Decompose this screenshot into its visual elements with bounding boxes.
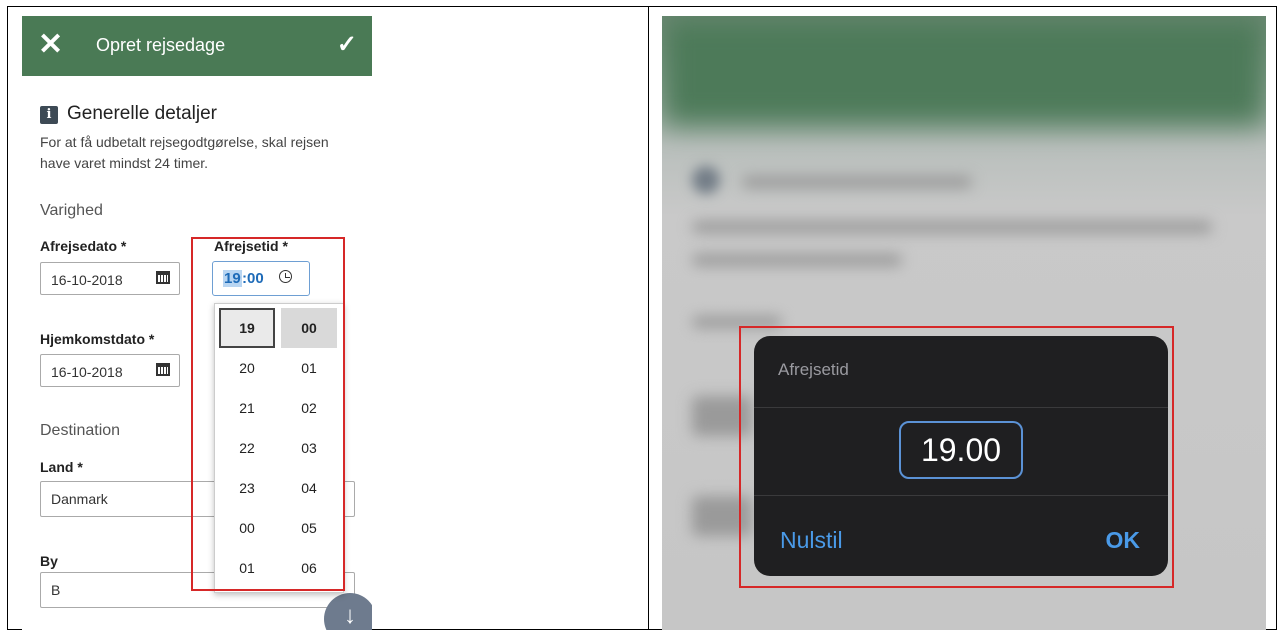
country-label: Land *: [40, 459, 83, 475]
departure-date-label: Afrejsedato *: [40, 238, 127, 254]
blurred-info-icon: [692, 166, 720, 194]
close-icon[interactable]: ✕: [38, 30, 63, 60]
section-title: Generelle detaljer: [67, 103, 217, 124]
city-value: B: [51, 582, 61, 598]
page-title: Opret rejsedage: [96, 35, 226, 55]
section-description: For at få udbetalt rejsegodtgørelse, ska…: [40, 134, 329, 171]
section-heading: i Generelle detaljer: [40, 103, 217, 125]
blurred-text: [742, 176, 972, 188]
departure-date-value: 16-10-2018: [51, 272, 123, 288]
destination-heading: Destination: [40, 422, 121, 439]
blurred-text: [692, 221, 1212, 233]
return-date-field[interactable]: 16-10-2018: [40, 354, 180, 387]
panel-divider: [648, 6, 649, 630]
country-value: Danmark: [51, 491, 108, 507]
check-icon[interactable]: ✓: [337, 30, 357, 59]
return-date-value: 16-10-2018: [51, 364, 123, 380]
city-label: By: [40, 553, 58, 569]
highlight-box: [739, 326, 1174, 588]
blurred-app-bar: [662, 16, 1266, 126]
duration-heading: Varighed: [40, 202, 103, 219]
highlight-box: [191, 237, 345, 591]
blurred-text: [692, 254, 902, 266]
return-date-label: Hjemkomstdato *: [40, 331, 155, 347]
calendar-icon[interactable]: [156, 271, 170, 284]
info-icon: i: [40, 106, 58, 124]
app-bar: ✕ Opret rejsedage ✓: [22, 16, 372, 76]
calendar-icon[interactable]: [156, 363, 170, 376]
departure-date-field[interactable]: 16-10-2018: [40, 262, 180, 295]
